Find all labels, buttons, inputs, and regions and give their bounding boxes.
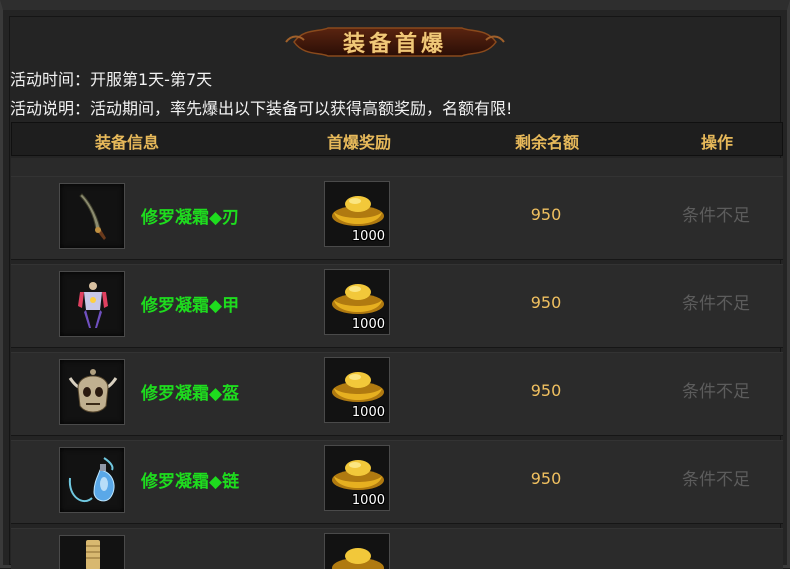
claim-button-disabled[interactable]: 条件不足 xyxy=(661,465,771,490)
spacer-row xyxy=(11,158,783,176)
gold-ingot-icon[interactable]: 1000 xyxy=(324,181,390,247)
table-row: 修罗凝霜◆刃 1000 950 条件不足 xyxy=(11,176,783,260)
item-name: 修罗凝霜◆甲 xyxy=(141,296,240,316)
activity-time: 活动时间：开服第1天-第7天 xyxy=(10,70,213,89)
gold-ingot-icon[interactable]: 1000 xyxy=(324,269,390,335)
reward-count: 1000 xyxy=(351,229,385,244)
table-row-partial xyxy=(11,528,783,569)
remaining-quota: 950 xyxy=(530,381,562,400)
bracelet-icon[interactable] xyxy=(59,535,125,569)
page-title: 装备首爆 xyxy=(342,31,447,57)
title-banner: 装备首爆 xyxy=(284,22,506,62)
table-row: 修罗凝霜◆链 1000 950 条件不足 xyxy=(11,440,783,524)
activity-description: 活动说明：活动期间，率先爆出以下装备可以获得高额奖励，名额有限! xyxy=(10,99,513,118)
item-name: 修罗凝霜◆刃 xyxy=(141,208,240,228)
reward-count: 1000 xyxy=(351,493,385,508)
reward-count: 1000 xyxy=(351,317,385,332)
column-action: 操作 xyxy=(700,133,733,152)
reward-count: 1000 xyxy=(351,405,385,420)
table-row: 修罗凝霜◆甲 1000 950 条件不足 xyxy=(11,264,783,348)
column-remaining-quota: 剩余名额 xyxy=(514,133,579,152)
remaining-quota: 950 xyxy=(530,469,562,488)
item-name: 修罗凝霜◆盔 xyxy=(141,384,240,404)
claim-button-disabled[interactable]: 条件不足 xyxy=(661,289,771,314)
armor-figure-icon[interactable] xyxy=(59,271,125,337)
gold-ingot-icon[interactable] xyxy=(324,533,390,569)
column-equipment-info: 装备信息 xyxy=(94,133,159,152)
claim-button-disabled[interactable]: 条件不足 xyxy=(661,377,771,402)
remaining-quota: 950 xyxy=(530,205,562,224)
blue-gem-necklace-icon[interactable] xyxy=(59,447,125,513)
item-name: 修罗凝霜◆链 xyxy=(141,472,240,492)
horned-skull-helmet-icon[interactable] xyxy=(59,359,125,425)
column-first-drop-reward: 首爆奖励 xyxy=(326,133,391,152)
table-row: 修罗凝霜◆盔 1000 950 条件不足 xyxy=(11,352,783,436)
gold-ingot-icon[interactable]: 1000 xyxy=(324,445,390,511)
gold-ingot-icon[interactable]: 1000 xyxy=(324,357,390,423)
table-header: 装备信息 首爆奖励 剩余名额 操作 xyxy=(11,122,783,156)
blade-icon[interactable] xyxy=(59,183,125,249)
remaining-quota: 950 xyxy=(530,293,562,312)
claim-button-disabled[interactable]: 条件不足 xyxy=(661,201,771,226)
